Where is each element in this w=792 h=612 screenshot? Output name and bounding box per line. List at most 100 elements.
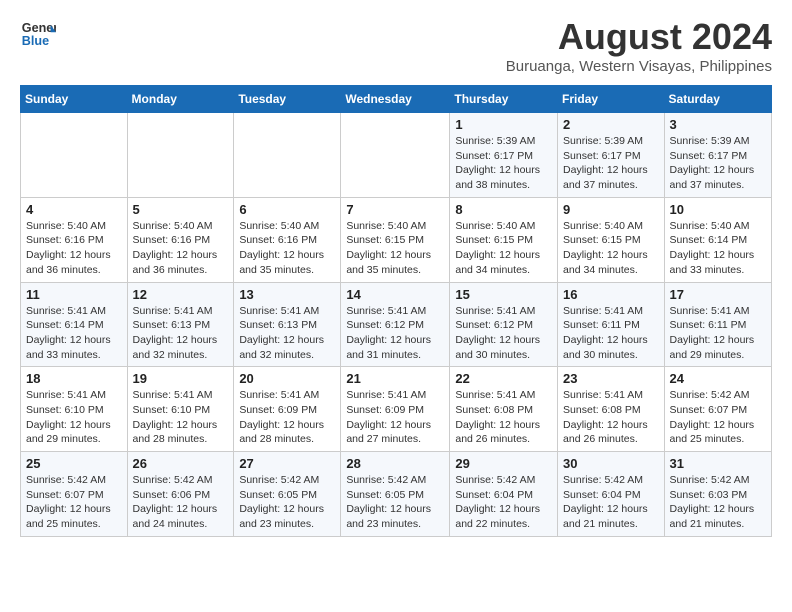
calendar-cell: 30 Sunrise: 5:42 AM Sunset: 6:04 PM Dayli… — [558, 452, 665, 537]
day-info: Sunrise: 5:41 AM Sunset: 6:08 PM Dayligh… — [563, 388, 659, 447]
day-number: 27 — [239, 456, 335, 471]
calendar-cell: 20Sunrise: 5:41 AM Sunset: 6:09 PM Dayli… — [234, 367, 341, 452]
header: General Blue August 2024 Buruanga, Weste… — [20, 16, 772, 75]
day-number: 1 — [455, 117, 552, 132]
calendar-day-header: Tuesday — [234, 86, 341, 113]
day-info: Sunrise: 5:41 AM Sunset: 6:09 PM Dayligh… — [239, 388, 335, 447]
calendar-table: SundayMondayTuesdayWednesdayThursdayFrid… — [20, 85, 772, 537]
day-info: Sunrise: 5:41 AM Sunset: 6:11 PM Dayligh… — [563, 304, 659, 363]
calendar-cell: 11Sunrise: 5:41 AM Sunset: 6:14 PM Dayli… — [21, 282, 128, 367]
calendar-cell: 10 Sunrise: 5:40 AM Sunset: 6:14 PM Dayli… — [664, 197, 771, 282]
day-info: Sunrise: 5:40 AM Sunset: 6:16 PM Dayligh… — [239, 219, 335, 278]
day-info: Sunrise: 5:42 AM Sunset: 6:06 PM Dayligh… — [133, 473, 229, 532]
day-info: Sunrise: 5:41 AM Sunset: 6:12 PM Dayligh… — [346, 304, 444, 363]
day-number: 24 — [670, 371, 766, 386]
calendar-body: 1 Sunrise: 5:39 AM Sunset: 6:17 PM Daylig… — [21, 113, 772, 537]
day-info: Sunrise: 5:39 AM Sunset: 6:17 PM Dayligh… — [455, 134, 552, 193]
calendar-title: August 2024 — [506, 16, 772, 58]
calendar-cell — [127, 113, 234, 198]
calendar-cell: 7 Sunrise: 5:40 AM Sunset: 6:15 PM Daylig… — [341, 197, 450, 282]
calendar-cell: 19 Sunrise: 5:41 AM Sunset: 6:10 PM Dayli… — [127, 367, 234, 452]
day-info: Sunrise: 5:40 AM Sunset: 6:15 PM Dayligh… — [346, 219, 444, 278]
calendar-cell: 8 Sunrise: 5:40 AM Sunset: 6:15 PM Daylig… — [450, 197, 558, 282]
day-number: 5 — [133, 202, 229, 217]
calendar-day-header: Thursday — [450, 86, 558, 113]
day-number: 15 — [455, 287, 552, 302]
calendar-week-row: 11Sunrise: 5:41 AM Sunset: 6:14 PM Dayli… — [21, 282, 772, 367]
day-info: Sunrise: 5:42 AM Sunset: 6:07 PM Dayligh… — [26, 473, 122, 532]
day-info: Sunrise: 5:41 AM Sunset: 6:09 PM Dayligh… — [346, 388, 444, 447]
day-number: 21 — [346, 371, 444, 386]
day-number: 31 — [670, 456, 766, 471]
day-info: Sunrise: 5:42 AM Sunset: 6:04 PM Dayligh… — [563, 473, 659, 532]
calendar-cell: 25 Sunrise: 5:42 AM Sunset: 6:07 PM Dayli… — [21, 452, 128, 537]
calendar-week-row: 4 Sunrise: 5:40 AM Sunset: 6:16 PM Daylig… — [21, 197, 772, 282]
day-info: Sunrise: 5:41 AM Sunset: 6:08 PM Dayligh… — [455, 388, 552, 447]
day-number: 26 — [133, 456, 229, 471]
day-number: 9 — [563, 202, 659, 217]
calendar-cell: 27 Sunrise: 5:42 AM Sunset: 6:05 PM Dayli… — [234, 452, 341, 537]
day-number: 22 — [455, 371, 552, 386]
day-info: Sunrise: 5:40 AM Sunset: 6:14 PM Dayligh… — [670, 219, 766, 278]
day-number: 8 — [455, 202, 552, 217]
calendar-cell — [21, 113, 128, 198]
logo-icon: General Blue — [20, 16, 56, 52]
calendar-cell: 13Sunrise: 5:41 AM Sunset: 6:13 PM Dayli… — [234, 282, 341, 367]
day-number: 25 — [26, 456, 122, 471]
calendar-cell — [234, 113, 341, 198]
day-number: 28 — [346, 456, 444, 471]
calendar-cell: 22 Sunrise: 5:41 AM Sunset: 6:08 PM Dayli… — [450, 367, 558, 452]
day-info: Sunrise: 5:40 AM Sunset: 6:15 PM Dayligh… — [455, 219, 552, 278]
calendar-cell: 4 Sunrise: 5:40 AM Sunset: 6:16 PM Daylig… — [21, 197, 128, 282]
calendar-day-header: Saturday — [664, 86, 771, 113]
day-info: Sunrise: 5:41 AM Sunset: 6:10 PM Dayligh… — [133, 388, 229, 447]
day-info: Sunrise: 5:42 AM Sunset: 6:07 PM Dayligh… — [670, 388, 766, 447]
calendar-day-header: Sunday — [21, 86, 128, 113]
day-info: Sunrise: 5:42 AM Sunset: 6:05 PM Dayligh… — [346, 473, 444, 532]
calendar-cell: 3 Sunrise: 5:39 AM Sunset: 6:17 PM Daylig… — [664, 113, 771, 198]
day-info: Sunrise: 5:42 AM Sunset: 6:05 PM Dayligh… — [239, 473, 335, 532]
calendar-cell: 6Sunrise: 5:40 AM Sunset: 6:16 PM Daylig… — [234, 197, 341, 282]
day-info: Sunrise: 5:41 AM Sunset: 6:10 PM Dayligh… — [26, 388, 122, 447]
calendar-cell: 26 Sunrise: 5:42 AM Sunset: 6:06 PM Dayli… — [127, 452, 234, 537]
calendar-cell: 2 Sunrise: 5:39 AM Sunset: 6:17 PM Daylig… — [558, 113, 665, 198]
day-number: 7 — [346, 202, 444, 217]
logo: General Blue — [20, 16, 56, 52]
calendar-cell: 16Sunrise: 5:41 AM Sunset: 6:11 PM Dayli… — [558, 282, 665, 367]
calendar-week-row: 25 Sunrise: 5:42 AM Sunset: 6:07 PM Dayli… — [21, 452, 772, 537]
calendar-cell: 21 Sunrise: 5:41 AM Sunset: 6:09 PM Dayli… — [341, 367, 450, 452]
calendar-cell: 29Sunrise: 5:42 AM Sunset: 6:04 PM Dayli… — [450, 452, 558, 537]
calendar-cell: 17Sunrise: 5:41 AM Sunset: 6:11 PM Dayli… — [664, 282, 771, 367]
calendar-cell: 23Sunrise: 5:41 AM Sunset: 6:08 PM Dayli… — [558, 367, 665, 452]
calendar-cell: 31Sunrise: 5:42 AM Sunset: 6:03 PM Dayli… — [664, 452, 771, 537]
day-number: 29 — [455, 456, 552, 471]
day-number: 14 — [346, 287, 444, 302]
calendar-day-header: Wednesday — [341, 86, 450, 113]
day-number: 18 — [26, 371, 122, 386]
calendar-cell: 18 Sunrise: 5:41 AM Sunset: 6:10 PM Dayli… — [21, 367, 128, 452]
day-info: Sunrise: 5:40 AM Sunset: 6:16 PM Dayligh… — [133, 219, 229, 278]
day-number: 4 — [26, 202, 122, 217]
day-number: 3 — [670, 117, 766, 132]
svg-text:Blue: Blue — [22, 34, 49, 48]
calendar-day-header: Monday — [127, 86, 234, 113]
day-info: Sunrise: 5:40 AM Sunset: 6:15 PM Dayligh… — [563, 219, 659, 278]
day-number: 19 — [133, 371, 229, 386]
calendar-header-row: SundayMondayTuesdayWednesdayThursdayFrid… — [21, 86, 772, 113]
day-number: 30 — [563, 456, 659, 471]
day-number: 10 — [670, 202, 766, 217]
day-info: Sunrise: 5:40 AM Sunset: 6:16 PM Dayligh… — [26, 219, 122, 278]
day-info: Sunrise: 5:41 AM Sunset: 6:13 PM Dayligh… — [239, 304, 335, 363]
day-number: 12 — [133, 287, 229, 302]
day-number: 11 — [26, 287, 122, 302]
calendar-week-row: 18 Sunrise: 5:41 AM Sunset: 6:10 PM Dayli… — [21, 367, 772, 452]
calendar-cell: 12Sunrise: 5:41 AM Sunset: 6:13 PM Dayli… — [127, 282, 234, 367]
day-info: Sunrise: 5:39 AM Sunset: 6:17 PM Dayligh… — [670, 134, 766, 193]
calendar-cell: 24 Sunrise: 5:42 AM Sunset: 6:07 PM Dayli… — [664, 367, 771, 452]
calendar-cell: 15Sunrise: 5:41 AM Sunset: 6:12 PM Dayli… — [450, 282, 558, 367]
calendar-cell: 28 Sunrise: 5:42 AM Sunset: 6:05 PM Dayli… — [341, 452, 450, 537]
calendar-cell: 5 Sunrise: 5:40 AM Sunset: 6:16 PM Daylig… — [127, 197, 234, 282]
day-info: Sunrise: 5:39 AM Sunset: 6:17 PM Dayligh… — [563, 134, 659, 193]
day-number: 2 — [563, 117, 659, 132]
calendar-cell: 1 Sunrise: 5:39 AM Sunset: 6:17 PM Daylig… — [450, 113, 558, 198]
